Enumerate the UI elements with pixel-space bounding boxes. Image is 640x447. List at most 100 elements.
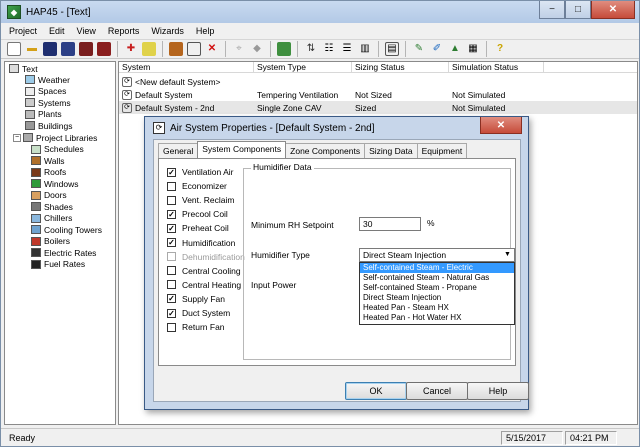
checkbox-unchecked[interactable] (167, 280, 176, 290)
project-tree[interactable]: Text Weather Spaces Systems Plants Build… (4, 61, 116, 425)
menu-project[interactable]: Project (9, 26, 37, 36)
tree-item-plants[interactable]: Plants (25, 109, 62, 121)
help-button[interactable]: Help (467, 382, 529, 400)
column-header-system[interactable]: System (119, 62, 254, 73)
dialog-title-bar[interactable]: ⟳ Air System Properties - [Default Syste… (145, 117, 528, 139)
component-checkbox-row[interactable]: ✓ Precool Coil (167, 208, 228, 220)
copy-icon[interactable] (169, 42, 183, 56)
maximize-button[interactable]: □ (565, 1, 591, 19)
new-file-icon[interactable] (7, 42, 21, 56)
component-checkbox-row[interactable]: ✓ Humidification (167, 237, 235, 249)
dropdown-option[interactable]: Self-contained Steam - Electric (360, 263, 514, 273)
tab-sizing-data[interactable]: Sizing Data (364, 143, 418, 158)
min-rh-input[interactable]: 30 (359, 217, 421, 231)
component-checkbox-row[interactable]: ✓ Preheat Coil (167, 222, 229, 234)
ok-button[interactable]: OK (345, 382, 407, 400)
save-all-icon[interactable] (61, 42, 75, 56)
chart-icon[interactable]: ✎ (412, 42, 426, 56)
checkbox-checked[interactable]: ✓ (167, 167, 176, 177)
tab-system-components[interactable]: System Components (197, 141, 287, 158)
table-row[interactable]: ⟳ Default System Tempering Ventilation N… (119, 88, 637, 101)
component-checkbox-row[interactable]: ✓ Supply Fan (167, 293, 225, 305)
new-item-icon[interactable]: ✚ (124, 42, 138, 56)
help-icon[interactable]: ? (493, 42, 507, 56)
tree-item-weather[interactable]: Weather (25, 74, 70, 86)
dropdown-option[interactable]: Heated Pan - Steam HX (360, 303, 514, 313)
sort-icon[interactable]: ⇅ (304, 42, 318, 56)
checkbox-unchecked[interactable] (167, 252, 176, 262)
tree-item-buildings[interactable]: Buildings (25, 120, 73, 132)
column-header-sizing-status[interactable]: Sizing Status (352, 62, 449, 73)
tab-zone-components[interactable]: Zone Components (285, 143, 366, 158)
tree-item-schedules[interactable]: Schedules (31, 144, 84, 156)
wizard-icon[interactable] (277, 42, 291, 56)
tree-item-cooling-towers[interactable]: Cooling Towers (31, 224, 102, 236)
duplicate-icon[interactable] (187, 42, 201, 56)
checkbox-checked[interactable]: ✓ (167, 223, 176, 233)
open-folder-icon[interactable]: ▬ (25, 42, 39, 56)
humidifier-type-dropdown[interactable]: Self-contained Steam - Electric Self-cont… (359, 262, 515, 325)
tree-item-walls[interactable]: Walls (31, 155, 64, 167)
tree-item-systems[interactable]: Systems (25, 97, 71, 109)
checkbox-checked[interactable]: ✓ (167, 294, 176, 304)
table-row-selected[interactable]: ⟳ Default System - 2nd Single Zone CAV S… (119, 101, 637, 114)
minimize-button[interactable]: − (539, 1, 565, 19)
archive-icon[interactable] (97, 42, 111, 56)
title-bar[interactable]: ◆ HAP45 - [Text] − □ ✕ (1, 1, 639, 23)
tree-item-chillers[interactable]: Chillers (31, 213, 72, 225)
diamond-icon[interactable]: ◆ (250, 42, 264, 56)
menu-help[interactable]: Help (196, 26, 215, 36)
component-checkbox-row[interactable]: Vent. Reclaim (167, 194, 234, 206)
menu-edit[interactable]: Edit (49, 26, 65, 36)
checkbox-checked[interactable]: ✓ (167, 209, 176, 219)
table-icon[interactable]: ▦ (466, 42, 480, 56)
column-header-system-type[interactable]: System Type (254, 62, 352, 73)
checkbox-unchecked[interactable] (167, 266, 176, 276)
tree-item-spaces[interactable]: Spaces (25, 86, 66, 98)
menu-reports[interactable]: Reports (108, 26, 140, 36)
checkbox-unchecked[interactable] (167, 322, 176, 332)
dropdown-option[interactable]: Self-contained Steam - Natural Gas (360, 273, 514, 283)
tree-item-boilers[interactable]: Boilers (31, 236, 70, 248)
component-checkbox-row[interactable]: ✓ Duct System (167, 307, 230, 319)
properties-icon[interactable] (142, 42, 156, 56)
dialog-close-button[interactable]: ✕ (480, 117, 522, 134)
link-icon[interactable]: ⌖ (232, 42, 246, 56)
graph-icon[interactable]: ✐ (430, 42, 444, 56)
table-row[interactable]: ⟳ <New default System> (119, 75, 637, 88)
tree-item-shades[interactable]: Shades (31, 201, 73, 213)
component-checkbox-row[interactable]: Dehumidification (167, 251, 245, 263)
tree-item-roofs[interactable]: Roofs (31, 167, 66, 179)
collapse-icon[interactable]: − (13, 133, 21, 142)
tree-item-project-libraries[interactable]: − Project Libraries (13, 132, 97, 144)
tree-view-icon[interactable]: ☷ (322, 42, 336, 56)
dropdown-arrow-icon[interactable]: ▼ (502, 250, 513, 260)
save-icon[interactable] (43, 42, 57, 56)
print-icon[interactable] (79, 42, 93, 56)
menu-view[interactable]: View (77, 26, 96, 36)
dropdown-option[interactable]: Self-contained Steam - Propane (360, 283, 514, 293)
tab-general[interactable]: General (158, 143, 199, 158)
dropdown-option[interactable]: Direct Steam Injection (360, 293, 514, 303)
humidifier-type-select[interactable]: Direct Steam Injection ▼ (359, 248, 515, 262)
tree-item-fuel-rates[interactable]: Fuel Rates (31, 259, 85, 271)
column-header-simulation-status[interactable]: Simulation Status (449, 62, 544, 73)
tree-item-windows[interactable]: Windows (31, 178, 78, 190)
checkbox-unchecked[interactable] (167, 195, 176, 205)
delete-icon[interactable]: ✕ (205, 42, 219, 56)
menu-wizards[interactable]: Wizards (151, 26, 184, 36)
tree-item-electric-rates[interactable]: Electric Rates (31, 247, 96, 259)
report-icon[interactable]: ▤ (385, 42, 399, 56)
tree-root[interactable]: Text (9, 63, 38, 75)
checkbox-checked[interactable]: ✓ (167, 238, 176, 247)
component-checkbox-row[interactable]: Central Cooling (167, 265, 241, 277)
building-icon[interactable]: ▲ (448, 42, 462, 56)
details-view-icon[interactable]: ▥ (358, 42, 372, 56)
close-button[interactable]: ✕ (591, 1, 635, 19)
list-view-icon[interactable]: ☰ (340, 42, 354, 56)
component-checkbox-row[interactable]: Return Fan (167, 321, 225, 333)
checkbox-unchecked[interactable] (167, 181, 176, 191)
tree-item-doors[interactable]: Doors (31, 190, 67, 202)
cancel-button[interactable]: Cancel (406, 382, 468, 400)
component-checkbox-row[interactable]: Central Heating (167, 279, 241, 291)
